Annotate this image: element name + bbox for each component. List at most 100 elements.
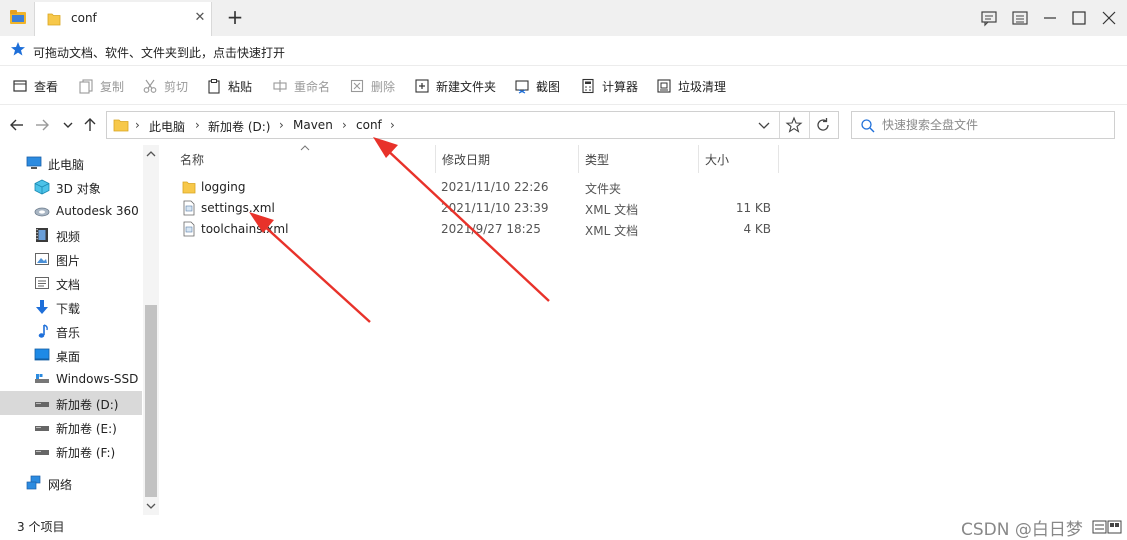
delete-button[interactable]: 删除 <box>349 76 395 96</box>
music-icon <box>38 324 48 338</box>
sidebar-item-windows-ssd[interactable]: Windows-SSD <box>0 367 142 391</box>
feedback-icon[interactable] <box>979 8 999 28</box>
sidebar-item-label: 3D 对象 <box>56 182 101 196</box>
crumb-separator: › <box>279 118 284 132</box>
scroll-down-icon[interactable] <box>143 499 159 513</box>
sidebar-item-drive-d[interactable]: 新加卷 (D:) <box>0 391 142 415</box>
tab-close-button[interactable]: ✕ <box>193 11 207 25</box>
crumb-separator: › <box>195 118 200 132</box>
cleanup-label: 垃圾清理 <box>678 79 727 94</box>
sidebar-item-this-pc[interactable]: 此电脑 <box>0 151 142 175</box>
search-icon <box>861 119 875 133</box>
column-header-type[interactable]: 类型 <box>579 145 697 173</box>
sidebar-item-label: 新加卷 (D:) <box>56 398 119 412</box>
sidebar-item-desktop[interactable]: 桌面 <box>0 343 142 367</box>
column-divider[interactable] <box>778 145 779 173</box>
maximize-icon[interactable] <box>1069 8 1089 28</box>
crumb-maven[interactable]: Maven <box>293 118 333 132</box>
copy-button[interactable]: 复制 <box>78 76 124 96</box>
item-count: 3 个项目 <box>17 520 65 534</box>
quick-access-hint-bar[interactable]: 可拖动文档、软件、文件夹到此，点击快速打开 <box>0 36 1127 66</box>
sidebar-item-drive-e[interactable]: 新加卷 (E:) <box>0 415 142 439</box>
xml-file-icon <box>183 221 195 237</box>
sidebar-item-label: Windows-SSD <box>56 372 139 386</box>
cleanup-button[interactable]: 垃圾清理 <box>656 76 726 96</box>
scrollbar-thumb[interactable] <box>145 305 157 497</box>
desktop-icon <box>34 348 50 361</box>
address-dropdown-icon[interactable] <box>755 116 773 134</box>
sidebar-item-network[interactable]: 网络 <box>0 471 142 495</box>
paste-button[interactable]: 粘贴 <box>206 76 252 96</box>
paste-label: 粘贴 <box>228 79 253 94</box>
scroll-up-icon[interactable] <box>143 147 159 161</box>
forward-arrow-icon[interactable] <box>33 116 51 134</box>
cloud-icon <box>34 207 50 217</box>
cut-label: 剪切 <box>164 79 189 94</box>
minimize-icon[interactable] <box>1040 8 1060 28</box>
cube-icon <box>34 179 50 195</box>
details-view-icon[interactable] <box>1092 519 1122 535</box>
back-arrow-icon[interactable] <box>8 116 26 134</box>
file-row-settings-xml[interactable]: settings.xml 2021/11/10 23:39 XML 文档 11 … <box>174 198 774 218</box>
screenshot-button[interactable]: 截图 <box>514 76 560 96</box>
column-header-label: 类型 <box>585 153 610 167</box>
sidebar-item-drive-f[interactable]: 新加卷 (F:) <box>0 439 142 463</box>
sidebar-item-3d-objects[interactable]: 3D 对象 <box>0 175 142 199</box>
search-input[interactable] <box>882 115 1110 135</box>
settings-icon[interactable] <box>1010 8 1030 28</box>
video-icon <box>36 228 48 242</box>
crumb-conf[interactable]: conf <box>356 118 382 132</box>
file-name: settings.xml <box>201 201 275 215</box>
recent-dropdown-icon[interactable] <box>59 116 77 134</box>
document-icon <box>35 277 49 289</box>
crumb-separator: › <box>390 118 395 132</box>
xml-file-icon <box>183 200 195 216</box>
divider <box>809 112 810 138</box>
file-row-toolchains-xml[interactable]: toolchains.xml 2021/9/27 18:25 XML 文档 4 … <box>174 219 774 239</box>
close-icon[interactable] <box>1099 8 1119 28</box>
file-modified: 2021/9/27 18:25 <box>441 222 541 236</box>
navigation-pane: 此电脑 3D 对象 Autodesk 360 视频 图片 文档 下载 音乐 桌面… <box>0 145 160 515</box>
column-header-modified[interactable]: 修改日期 <box>436 145 578 173</box>
search-box[interactable] <box>851 111 1115 139</box>
column-header-size[interactable]: 大小 <box>699 145 777 173</box>
folder-icon <box>182 181 196 194</box>
address-bar[interactable]: › 此电脑 › 新加卷 (D:) › Maven › conf › <box>106 111 839 139</box>
sidebar-item-label: 文档 <box>56 278 81 292</box>
file-size: 11 KB <box>735 201 771 215</box>
screenshot-label: 截图 <box>536 79 561 94</box>
sidebar-item-videos[interactable]: 视频 <box>0 223 142 247</box>
column-header-name[interactable]: 名称 <box>174 145 434 173</box>
tab-conf[interactable]: conf ✕ <box>34 2 212 36</box>
sidebar-item-autodesk-360[interactable]: Autodesk 360 <box>0 199 142 223</box>
new-folder-icon <box>415 79 429 93</box>
file-name: logging <box>201 180 246 194</box>
sidebar-item-pictures[interactable]: 图片 <box>0 247 142 271</box>
view-button[interactable]: 查看 <box>12 76 58 96</box>
refresh-icon[interactable] <box>814 116 832 134</box>
cut-button[interactable]: 剪切 <box>142 76 188 96</box>
new-tab-button[interactable]: + <box>224 6 246 28</box>
sidebar-item-label: 音乐 <box>56 326 81 340</box>
rename-button[interactable]: 重命名 <box>272 76 330 96</box>
favorite-star-icon[interactable] <box>785 116 803 134</box>
scissors-icon <box>143 79 157 93</box>
picture-icon <box>35 253 49 265</box>
sidebar-scrollbar[interactable] <box>143 145 159 515</box>
file-row-logging[interactable]: logging 2021/11/10 22:26 文件夹 <box>174 177 774 197</box>
column-header-label: 修改日期 <box>442 153 491 167</box>
delete-label: 删除 <box>371 79 396 94</box>
new-folder-button[interactable]: 新建文件夹 <box>414 76 496 96</box>
up-arrow-icon[interactable] <box>81 116 99 134</box>
crumb-drive-d[interactable]: 新加卷 (D:) <box>208 118 270 135</box>
hint-text: 可拖动文档、软件、文件夹到此，点击快速打开 <box>33 46 286 60</box>
view-label: 查看 <box>34 79 59 94</box>
sidebar-item-label: 桌面 <box>56 350 81 364</box>
sidebar-item-downloads[interactable]: 下载 <box>0 295 142 319</box>
file-explorer-icon[interactable] <box>9 9 27 25</box>
crumb-this-pc[interactable]: 此电脑 <box>149 118 185 135</box>
sidebar-item-documents[interactable]: 文档 <box>0 271 142 295</box>
file-modified: 2021/11/10 23:39 <box>441 201 549 215</box>
sidebar-item-music[interactable]: 音乐 <box>0 319 142 343</box>
calculator-button[interactable]: 计算器 <box>580 76 638 96</box>
